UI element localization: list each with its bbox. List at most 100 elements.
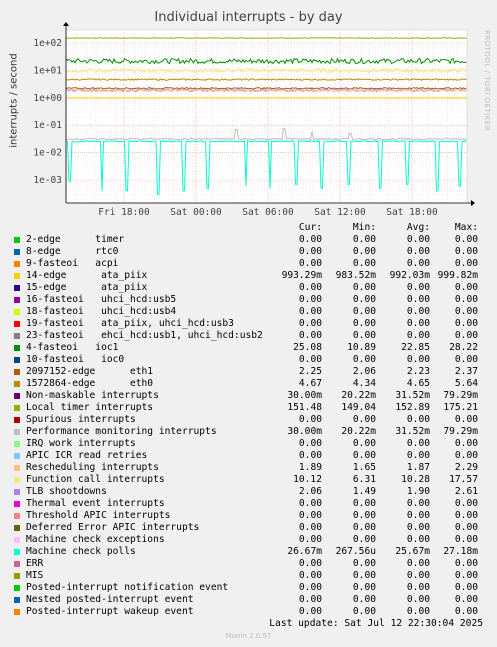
legend-label: 10-fasteoi ioc0 — [26, 354, 125, 365]
legend-min-value: 2.06 — [352, 366, 376, 377]
legend-swatch — [14, 357, 20, 363]
legend-min-value: 0.00 — [352, 450, 376, 461]
legend-cur-value: 0.00 — [298, 558, 322, 569]
legend-max-value: 0.00 — [454, 282, 478, 293]
legend-max-value: 0.00 — [454, 510, 478, 521]
legend-min-value: 0.00 — [352, 294, 376, 305]
legend-cur-value: 1.89 — [298, 462, 322, 473]
legend-cur-value: 0.00 — [298, 294, 322, 305]
plot-area — [66, 30, 467, 203]
legend-swatch — [14, 513, 20, 519]
legend-min-value: 0.00 — [352, 594, 376, 605]
legend-max-value: 79.29m — [443, 390, 478, 401]
legend-max-value: 0.00 — [454, 330, 478, 341]
legend-max-value: 0.00 — [454, 234, 478, 245]
legend-cur-value: 2.25 — [298, 366, 322, 377]
legend-cur-value: 4.67 — [298, 378, 322, 389]
legend-label: Non-maskable interrupts — [26, 390, 159, 401]
legend-min-value: 0.00 — [352, 282, 376, 293]
legend-cur-value: 0.00 — [298, 534, 322, 545]
legend-max-value: 0.00 — [454, 438, 478, 449]
legend-cur-value: 30.00m — [287, 390, 322, 401]
legend-cur-value: 0.00 — [298, 450, 322, 461]
legend-max-value: 175.21 — [443, 402, 478, 413]
legend-cur-value: 0.00 — [298, 582, 322, 593]
legend-label: Spurious interrupts — [26, 414, 136, 425]
legend-max-value: 0.00 — [454, 294, 478, 305]
legend-cur-value: 0.00 — [298, 258, 322, 269]
legend-min-value: 4.34 — [352, 378, 376, 389]
legend-cur-value: 0.00 — [298, 510, 322, 521]
legend-swatch — [14, 597, 20, 603]
legend-label: Thermal event interrupts — [26, 498, 165, 509]
col-header-cur: Cur: — [298, 222, 322, 233]
legend-swatch — [14, 537, 20, 543]
legend-label: 8-edge rtc0 — [26, 246, 119, 257]
legend-swatch — [14, 465, 20, 471]
legend-swatch — [14, 285, 20, 291]
legend-swatch — [14, 345, 20, 351]
legend-swatch — [14, 321, 20, 327]
y-tick-label: 1e+00 — [33, 93, 62, 104]
legend-max-value: 0.00 — [454, 606, 478, 617]
legend-swatch — [14, 405, 20, 411]
legend-swatch — [14, 237, 20, 243]
last-update: Last update: Sat Jul 12 22:30:04 2025 — [269, 618, 483, 629]
x-axis-arrow — [471, 200, 475, 206]
legend-swatch — [14, 333, 20, 339]
legend-swatch — [14, 417, 20, 423]
legend-min-value: 149.04 — [341, 402, 376, 413]
legend-max-value: 0.00 — [454, 498, 478, 509]
legend-label: 16-fasteoi uhci_hcd:usb5 — [26, 294, 177, 305]
series-local-timer — [66, 37, 467, 39]
legend-swatch — [14, 381, 20, 387]
legend-label: Threshold APIC interrupts — [26, 510, 171, 521]
col-header-max: Max: — [454, 222, 478, 233]
legend-label: MIS — [26, 570, 44, 581]
legend-label: Posted-interrupt wakeup event — [26, 606, 194, 617]
legend-max-value: 0.00 — [454, 594, 478, 605]
legend-max-value: 79.29m — [443, 426, 478, 437]
legend-max-value: 0.00 — [454, 582, 478, 593]
x-tick-label: Sat 12:00 — [314, 207, 366, 218]
legend-swatch — [14, 561, 20, 567]
legend-cur-value: 0.00 — [298, 606, 322, 617]
legend-label: 9-fasteoi acpi — [26, 258, 119, 269]
legend-cur-value: 0.00 — [298, 330, 322, 341]
legend-min-value: 0.00 — [352, 558, 376, 569]
legend-min-value: 20.22m — [341, 426, 376, 437]
legend-swatch — [14, 609, 20, 615]
legend-cur-value: 151.48 — [287, 402, 322, 413]
legend-cur-value: 0.00 — [298, 414, 322, 425]
legend-max-value: 2.29 — [454, 462, 478, 473]
legend-label: IRQ work interrupts — [26, 438, 136, 449]
legend-max-value: 0.00 — [454, 450, 478, 461]
legend-label: 23-fasteoi ehci_hcd:usb1, uhci_hcd:usb2 — [26, 330, 263, 341]
legend-swatch — [14, 261, 20, 267]
legend-min-value: 0.00 — [352, 438, 376, 449]
col-header-min: Min: — [352, 222, 376, 233]
legend-label: TLB shootdowns — [26, 486, 107, 497]
legend-swatch — [14, 501, 20, 507]
legend-swatch — [14, 477, 20, 483]
x-tick-label: Fri 18:00 — [98, 207, 150, 218]
legend-label: APIC ICR read retries — [26, 450, 148, 461]
interrupts-chart: 1e+02 1e+01 1e+00 1e-01 1e-02 1e-03 Fri 18:00 S… — [33, 22, 475, 218]
x-tick-label: Sat 06:00 — [242, 207, 294, 218]
legend-label: 4-fasteoi ioc1 — [26, 342, 119, 353]
legend-swatch — [14, 549, 20, 555]
legend-label: Deferred Error APIC interrupts — [26, 522, 200, 533]
legend-swatch — [14, 525, 20, 531]
y-tick-label: 1e-03 — [33, 175, 62, 186]
legend-min-value: 0.00 — [352, 570, 376, 581]
legend-cur-value: 993.29m — [281, 270, 322, 281]
y-tick-label: 1e+02 — [33, 38, 62, 49]
legend-label: Function call interrupts — [26, 474, 165, 485]
legend-min-value: 0.00 — [352, 318, 376, 329]
legend-max-value: 0.00 — [454, 306, 478, 317]
y-tick-label: 1e-02 — [33, 148, 62, 159]
legend-swatch — [14, 249, 20, 255]
legend-min-value: 0.00 — [352, 414, 376, 425]
legend-label: 19-fasteoi ata_piix, uhci_hcd:usb3 — [26, 318, 234, 329]
legend-min-value: 0.00 — [352, 510, 376, 521]
